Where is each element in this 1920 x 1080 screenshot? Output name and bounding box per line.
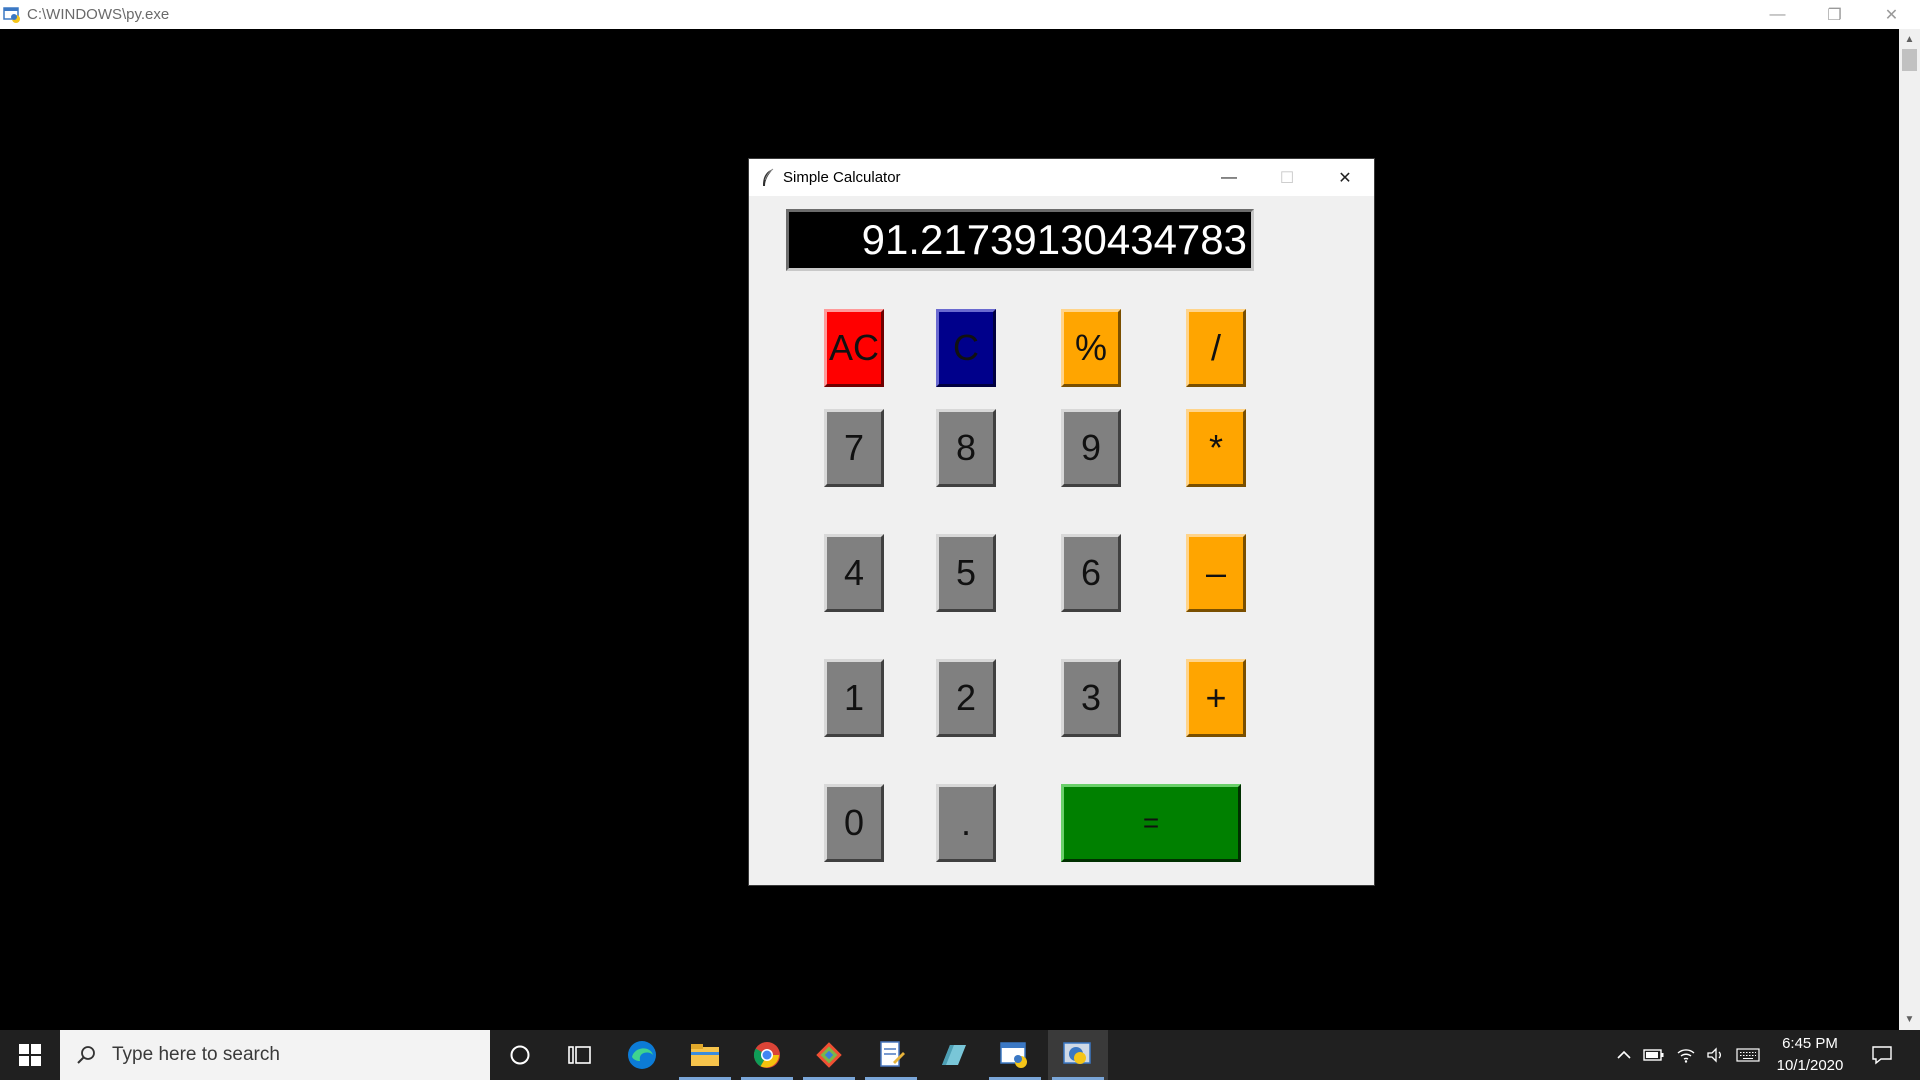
add-button[interactable]: + — [1186, 659, 1246, 737]
search-icon — [77, 1046, 95, 1064]
digit-1-button[interactable]: 1 — [824, 659, 884, 737]
calculator-titlebar[interactable]: Simple Calculator — ☐ ✕ — [749, 159, 1374, 196]
calculator-title: Simple Calculator — [783, 169, 901, 186]
subtract-button[interactable]: – — [1186, 534, 1246, 612]
start-button[interactable] — [0, 1030, 60, 1080]
console-window-controls: — ❐ ✕ — [1749, 0, 1920, 29]
calculator-display[interactable]: 91.21739130434783 — [786, 209, 1254, 271]
clock-time: 6:45 PM — [1782, 1035, 1838, 1052]
action-center-icon[interactable] — [1862, 1030, 1902, 1080]
calculator-close-button[interactable]: ✕ — [1316, 159, 1374, 196]
digit-3-button[interactable]: 3 — [1061, 659, 1121, 737]
python-console-icon — [3, 6, 21, 23]
notepad-icon[interactable] — [861, 1030, 921, 1080]
chrome-icon[interactable] — [737, 1030, 797, 1080]
volume-icon[interactable] — [1702, 1030, 1730, 1080]
task-view-icon[interactable] — [550, 1030, 610, 1080]
console-restore-button[interactable]: ❐ — [1806, 0, 1863, 29]
file-explorer-icon[interactable] — [675, 1030, 735, 1080]
tk-feather-icon — [761, 168, 775, 188]
search-placeholder: Type here to search — [112, 1044, 280, 1065]
wifi-icon[interactable] — [1672, 1030, 1700, 1080]
ac-button[interactable]: AC — [824, 309, 884, 387]
generic-app-icon[interactable] — [923, 1030, 983, 1080]
console-minimize-button[interactable]: — — [1749, 0, 1806, 29]
digit-7-button[interactable]: 7 — [824, 409, 884, 487]
digit-9-button[interactable]: 9 — [1061, 409, 1121, 487]
console-titlebar: C:\WINDOWS\py.exe — ❐ ✕ — [0, 0, 1920, 29]
digit-5-button[interactable]: 5 — [936, 534, 996, 612]
scroll-up-icon[interactable]: ▲ — [1899, 31, 1920, 48]
windows-logo-icon — [19, 1044, 41, 1066]
decimal-point-button[interactable]: . — [936, 784, 996, 862]
taskbar-clock[interactable]: 6:45 PM 10/1/2020 — [1760, 1030, 1860, 1080]
divide-button[interactable]: / — [1186, 309, 1246, 387]
console-title: C:\WINDOWS\py.exe — [27, 6, 170, 23]
battery-icon[interactable] — [1640, 1030, 1668, 1080]
digit-6-button[interactable]: 6 — [1061, 534, 1121, 612]
percent-button[interactable]: % — [1061, 309, 1121, 387]
digit-0-button[interactable]: 0 — [824, 784, 884, 862]
tray-overflow-chevron-icon[interactable] — [1612, 1030, 1636, 1080]
calculator-window: Simple Calculator — ☐ ✕ 91.2173913043478… — [749, 159, 1374, 885]
scroll-thumb[interactable] — [1902, 49, 1917, 71]
calculator-window-controls: — ☐ ✕ — [1200, 159, 1374, 196]
scroll-down-icon[interactable]: ▼ — [1899, 1011, 1920, 1028]
taskbar-search-box[interactable]: Type here to search — [60, 1030, 490, 1080]
python-launcher-icon[interactable] — [985, 1030, 1045, 1080]
calculator-minimize-button[interactable]: — — [1200, 159, 1258, 196]
git-icon[interactable] — [799, 1030, 859, 1080]
keyboard-icon[interactable] — [1734, 1030, 1762, 1080]
console-close-button[interactable]: ✕ — [1863, 0, 1920, 29]
taskbar: Type here to search 6:45 PM 10/1/2020 — [0, 1030, 1920, 1080]
digit-8-button[interactable]: 8 — [936, 409, 996, 487]
python-idle-icon[interactable] — [1048, 1030, 1108, 1080]
multiply-button[interactable]: * — [1186, 409, 1246, 487]
digit-2-button[interactable]: 2 — [936, 659, 996, 737]
console-scrollbar[interactable]: ▲ ▼ — [1899, 29, 1920, 1030]
calculator-maximize-button[interactable]: ☐ — [1258, 159, 1316, 196]
equals-button[interactable]: = — [1061, 784, 1241, 862]
cortana-icon[interactable] — [490, 1030, 550, 1080]
digit-4-button[interactable]: 4 — [824, 534, 884, 612]
edge-icon[interactable] — [612, 1030, 672, 1080]
clock-date: 10/1/2020 — [1776, 1057, 1844, 1074]
clear-button[interactable]: C — [936, 309, 996, 387]
